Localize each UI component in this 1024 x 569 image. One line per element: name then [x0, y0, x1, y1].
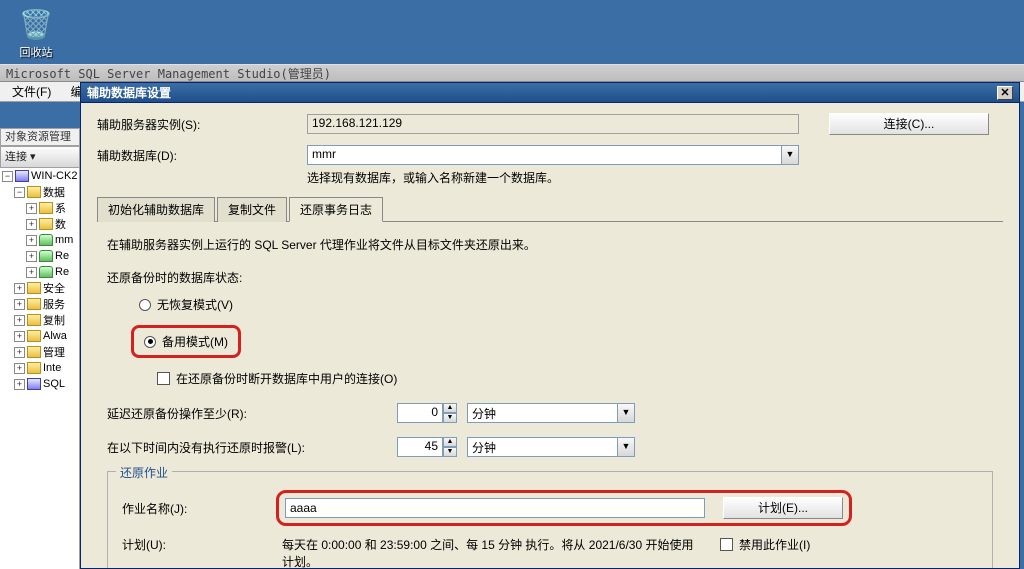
- tab-copy[interactable]: 复制文件: [217, 197, 287, 222]
- jobname-label: 作业名称(J):: [122, 500, 276, 517]
- radio-norecover[interactable]: [139, 299, 151, 311]
- restore-job-legend: 还原作业: [116, 464, 172, 481]
- secondary-db-hint: 选择现有数据库，或输入名称新建一个数据库。: [307, 169, 1003, 186]
- chevron-down-icon[interactable]: ▼: [781, 145, 799, 165]
- jobname-highlight: 计划(E)...: [276, 490, 852, 526]
- tree-node-re[interactable]: +Re: [0, 248, 79, 264]
- delay-spinner[interactable]: 0 ▲▼: [397, 403, 457, 423]
- dialog-title-text: 辅助数据库设置: [87, 84, 171, 101]
- delay-label: 延迟还原备份操作至少(R):: [107, 405, 397, 422]
- dialog-tabs: 初始化辅助数据库 复制文件 还原事务日志: [97, 196, 1003, 222]
- object-explorer-tree: −WIN-CK2 −数据 +系 +数 +mm +Re +Re +安全 +服务 +…: [0, 168, 80, 569]
- plan-label: 计划(U):: [122, 536, 282, 553]
- spinner-down-icon[interactable]: ▼: [443, 447, 457, 457]
- object-explorer-header: 对象资源管理器: [0, 128, 80, 146]
- tree-node-sysdb[interactable]: +系: [0, 200, 79, 216]
- delay-unit-select[interactable]: 分钟 ▼: [467, 403, 635, 423]
- db-state-label: 还原备份时的数据库状态:: [107, 269, 993, 286]
- tree-node-security[interactable]: +安全: [0, 280, 79, 296]
- alert-value[interactable]: 45: [397, 437, 443, 457]
- object-explorer-connect[interactable]: 连接 ▾: [0, 146, 80, 168]
- tab-restore-content: 在辅助服务器实例上运行的 SQL Server 代理作业将文件从目标文件夹还原出…: [97, 222, 1003, 568]
- close-icon[interactable]: ✕: [997, 86, 1013, 100]
- secondary-db-select[interactable]: mmr ▼: [307, 145, 799, 165]
- alert-spinner[interactable]: 45 ▲▼: [397, 437, 457, 457]
- connect-button[interactable]: 连接(C)...: [829, 113, 989, 135]
- delay-value[interactable]: 0: [397, 403, 443, 423]
- alert-label: 在以下时间内没有执行还原时报警(L):: [107, 439, 397, 456]
- secondary-db-value: mmr: [307, 145, 781, 165]
- disconnect-users-row[interactable]: 在还原备份时断开数据库中用户的连接(O): [157, 370, 993, 387]
- tree-node-always[interactable]: +Alwa: [0, 328, 79, 344]
- radio-standby-label: 备用模式(M): [162, 333, 228, 350]
- checkbox-disconnect-label: 在还原备份时断开数据库中用户的连接(O): [176, 370, 397, 387]
- tab-desc: 在辅助服务器实例上运行的 SQL Server 代理作业将文件从目标文件夹还原出…: [107, 236, 993, 253]
- dialog-body: 辅助服务器实例(S): 192.168.121.129 连接(C)... 辅助数…: [81, 103, 1019, 568]
- tree-node-databases[interactable]: −数据: [0, 184, 79, 200]
- plan-desc-text: 每天在 0:00:00 和 23:59:00 之间、每 15 分钟 执行。将从 …: [282, 536, 702, 568]
- restore-job-fieldset: 还原作业 作业名称(J): 计划(E)... 计划(U): 每天在 0:00:0…: [107, 471, 993, 568]
- radio-norecover-label: 无恢复模式(V): [157, 296, 233, 313]
- app-titlebar: Microsoft SQL Server Management Studio(管…: [0, 64, 1024, 82]
- standby-highlight: 备用模式(M): [131, 325, 241, 358]
- menu-file[interactable]: 文件(F): [4, 83, 59, 101]
- tree-node-server-obj[interactable]: +服务: [0, 296, 79, 312]
- tab-init[interactable]: 初始化辅助数据库: [97, 197, 215, 222]
- tree-node-replication[interactable]: +复制: [0, 312, 79, 328]
- tree-node-re2[interactable]: +Re: [0, 264, 79, 280]
- recycle-bin-label: 回收站: [4, 44, 68, 60]
- tree-node-manage[interactable]: +管理: [0, 344, 79, 360]
- radio-standby[interactable]: [144, 336, 156, 348]
- tree-node-sql-agent[interactable]: +SQL: [0, 376, 79, 392]
- secondary-db-settings-dialog: 辅助数据库设置 ✕ 辅助服务器实例(S): 192.168.121.129 连接…: [80, 82, 1020, 569]
- tree-node-integration[interactable]: +Inte: [0, 360, 79, 376]
- spinner-down-icon[interactable]: ▼: [443, 413, 457, 423]
- dialog-titlebar: 辅助数据库设置 ✕: [81, 83, 1019, 103]
- jobname-input[interactable]: [285, 498, 705, 518]
- radio-norecover-row[interactable]: 无恢复模式(V): [139, 296, 993, 313]
- spinner-up-icon[interactable]: ▲: [443, 403, 457, 413]
- delay-unit-value: 分钟: [467, 403, 617, 423]
- disable-job-row[interactable]: 禁用此作业(I): [720, 536, 810, 553]
- alert-unit-value: 分钟: [467, 437, 617, 457]
- checkbox-disconnect[interactable]: [157, 372, 170, 385]
- recycle-bin[interactable]: 🗑️ 回收站: [4, 4, 68, 60]
- secondary-db-label: 辅助数据库(D):: [97, 147, 307, 164]
- spinner-up-icon[interactable]: ▲: [443, 437, 457, 447]
- server-instance-label: 辅助服务器实例(S):: [97, 116, 307, 133]
- checkbox-disable-job[interactable]: [720, 538, 733, 551]
- chevron-down-icon[interactable]: ▼: [617, 437, 635, 457]
- checkbox-disable-job-label: 禁用此作业(I): [739, 536, 810, 553]
- tab-restore[interactable]: 还原事务日志: [289, 197, 383, 222]
- recycle-bin-icon: 🗑️: [16, 4, 56, 44]
- server-instance-value: 192.168.121.129: [307, 114, 799, 134]
- tree-node-mm[interactable]: +mm: [0, 232, 79, 248]
- tree-node-server[interactable]: −WIN-CK2: [0, 168, 79, 184]
- schedule-button[interactable]: 计划(E)...: [723, 497, 843, 519]
- alert-unit-select[interactable]: 分钟 ▼: [467, 437, 635, 457]
- chevron-down-icon[interactable]: ▼: [617, 403, 635, 423]
- tree-node-snapshot[interactable]: +数: [0, 216, 79, 232]
